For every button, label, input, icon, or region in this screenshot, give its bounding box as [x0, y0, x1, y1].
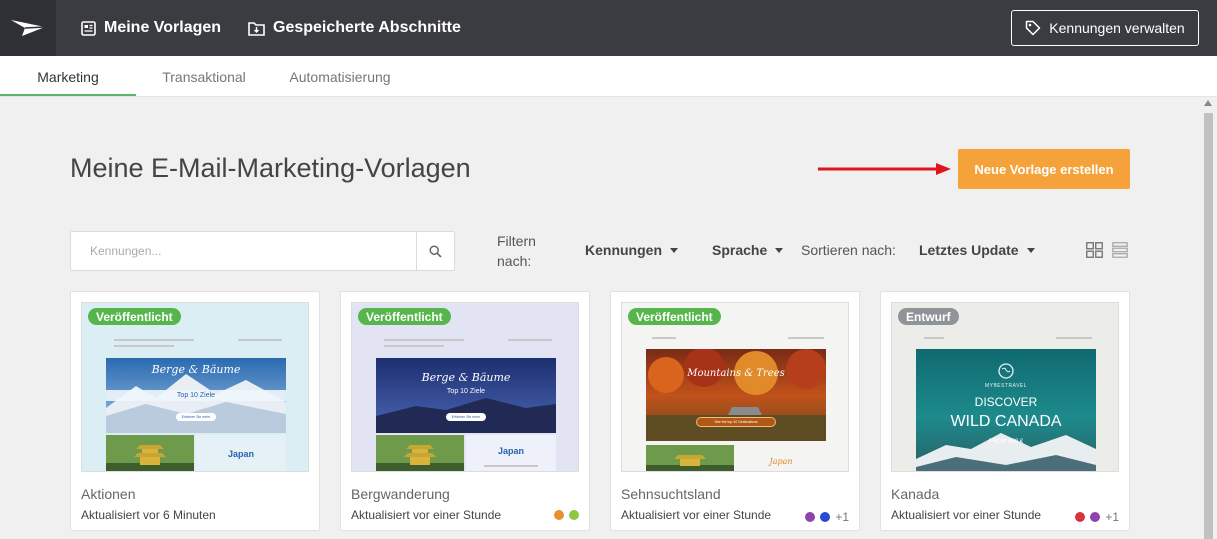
side-label: Japan	[227, 449, 254, 459]
template-title: Aktionen	[81, 486, 136, 502]
app-logo[interactable]	[0, 0, 56, 56]
tab-bar: Marketing Transaktional Automatisierung	[0, 56, 1217, 97]
tag-dot	[1075, 512, 1086, 522]
template-title: Kanada	[891, 486, 940, 502]
status-badge: Veröffentlicht	[88, 308, 181, 325]
pagoda-image	[646, 445, 734, 471]
sort-label: Sortieren nach:	[801, 242, 896, 258]
hero-button: Erfahren Sie mehr	[446, 413, 486, 421]
tag-color-dots	[549, 510, 579, 520]
nav-my-templates[interactable]: Meine Vorlagen	[81, 0, 221, 56]
hero-price: FROM 899 €	[988, 439, 1024, 445]
nav-my-templates-label: Meine Vorlagen	[104, 19, 222, 36]
template-thumbnail[interactable]: Veröffentlicht Berge & Bäume Top 10 Ziel…	[81, 302, 309, 472]
template-card-kanada[interactable]: Entwurf MYBESTRAVEL DISCOVER WILD CANADA…	[880, 291, 1130, 531]
side-label: Japan	[769, 457, 793, 466]
top-bar: Meine Vorlagen Gespeicherte Abschnitte K…	[0, 0, 1217, 56]
template-thumbnail[interactable]: Veröffentlicht Mountains & Trees See the…	[621, 302, 849, 472]
search-icon	[429, 244, 442, 258]
scroll-up-arrow[interactable]	[1204, 100, 1212, 106]
template-title: Sehnsuchtsland	[621, 486, 721, 502]
list-view-icon[interactable]	[1112, 242, 1128, 258]
caret-down-icon	[775, 247, 784, 253]
hero-title: Berge & Bäume	[151, 363, 241, 376]
tab-transactional[interactable]: Transaktional	[136, 56, 272, 97]
active-tab-indicator	[0, 94, 136, 96]
hero-subtitle: Top 10 Ziele	[106, 390, 286, 401]
template-card-sehnsuchtsland[interactable]: Veröffentlicht Mountains & Trees See the…	[610, 291, 860, 531]
hero-title: Berge & Bäume	[421, 371, 511, 384]
template-updated: Aktualisiert vor einer Stunde	[351, 508, 502, 522]
page-title: Meine E-Mail-Marketing-Vorlagen	[70, 153, 471, 183]
page-scrollbar[interactable]	[1200, 97, 1217, 539]
tag-dot	[805, 512, 816, 522]
manage-tags-label: Kennungen verwalten	[1049, 20, 1185, 36]
sort-dropdown[interactable]: Letztes Update	[919, 240, 1035, 260]
status-badge: Entwurf	[898, 308, 959, 325]
caret-down-icon	[670, 247, 678, 253]
nav-saved-sections-label: Gespeicherte Abschnitte	[273, 19, 461, 36]
template-updated: Aktualisiert vor 6 Minuten	[81, 508, 216, 522]
template-card-aktionen[interactable]: Veröffentlicht Berge & Bäume Top 10 Ziel…	[70, 291, 320, 531]
tags-filter-label: Kennungen	[585, 242, 662, 258]
tag-search	[70, 231, 455, 271]
template-icon	[81, 20, 96, 36]
manage-tags-button[interactable]: Kennungen verwalten	[1011, 10, 1199, 46]
nav-saved-sections[interactable]: Gespeicherte Abschnitte	[248, 0, 461, 56]
hero-title: DISCOVER	[974, 395, 1038, 409]
tags-filter-dropdown[interactable]: Kennungen	[585, 240, 678, 260]
brand-name: MYBESTRAVEL	[984, 383, 1028, 389]
pagoda-image	[376, 435, 464, 471]
template-thumbnail[interactable]: Veröffentlicht Berge & Bäume Top 10 Ziel…	[351, 302, 579, 472]
status-badge: Veröffentlicht	[628, 308, 721, 325]
create-template-button[interactable]: Neue Vorlage erstellen	[958, 149, 1130, 189]
red-arrow-annotation	[818, 163, 951, 175]
status-badge: Veröffentlicht	[358, 308, 451, 325]
tag-dot	[820, 512, 831, 522]
more-tags-count: +1	[1105, 510, 1119, 524]
side-label: Japan	[497, 446, 524, 456]
hero-button: See the top 10 Destinations	[696, 417, 776, 427]
language-filter-label: Sprache	[712, 242, 768, 258]
tag-search-input[interactable]	[71, 232, 416, 270]
hero-button: Erfahren Sie mehr	[176, 413, 216, 421]
language-filter-dropdown[interactable]: Sprache	[712, 240, 784, 260]
scroll-thumb[interactable]	[1204, 113, 1213, 539]
caret-down-icon	[1026, 247, 1035, 253]
tab-automation[interactable]: Automatisierung	[272, 56, 408, 97]
template-updated: Aktualisiert vor einer Stunde	[621, 508, 772, 522]
globe-logo-icon	[998, 363, 1014, 379]
sort-value: Letztes Update	[919, 242, 1019, 258]
filter-label: Filtern nach:	[497, 233, 536, 269]
tag-icon	[1026, 20, 1041, 36]
tag-color-dots: +1	[1070, 510, 1119, 524]
tag-color-dots: +1	[800, 510, 849, 524]
paper-plane-icon	[11, 20, 46, 36]
tag-dot	[1090, 512, 1101, 522]
grid-view-icon[interactable]	[1086, 242, 1103, 258]
more-tags-count: +1	[835, 510, 849, 524]
template-thumbnail[interactable]: Entwurf MYBESTRAVEL DISCOVER WILD CANADA…	[891, 302, 1119, 472]
hero-subtitle: Top 10 Ziele	[446, 388, 486, 395]
tag-dot	[569, 510, 579, 520]
template-title: Bergwanderung	[351, 486, 450, 502]
tab-marketing[interactable]: Marketing	[0, 56, 136, 97]
tag-dot	[554, 510, 564, 520]
template-updated: Aktualisiert vor einer Stunde	[891, 508, 1042, 522]
hero-title: Mountains & Trees	[687, 368, 785, 379]
search-button[interactable]	[416, 232, 454, 270]
folder-download-icon	[248, 21, 265, 36]
hero-subtitle: WILD CANADA	[950, 413, 1062, 430]
autumn-hero-image	[646, 349, 826, 441]
pagoda-image	[106, 435, 194, 471]
template-card-bergwanderung[interactable]: Veröffentlicht Berge & Bäume Top 10 Ziel…	[340, 291, 590, 531]
mountain-hero-image	[376, 358, 556, 433]
